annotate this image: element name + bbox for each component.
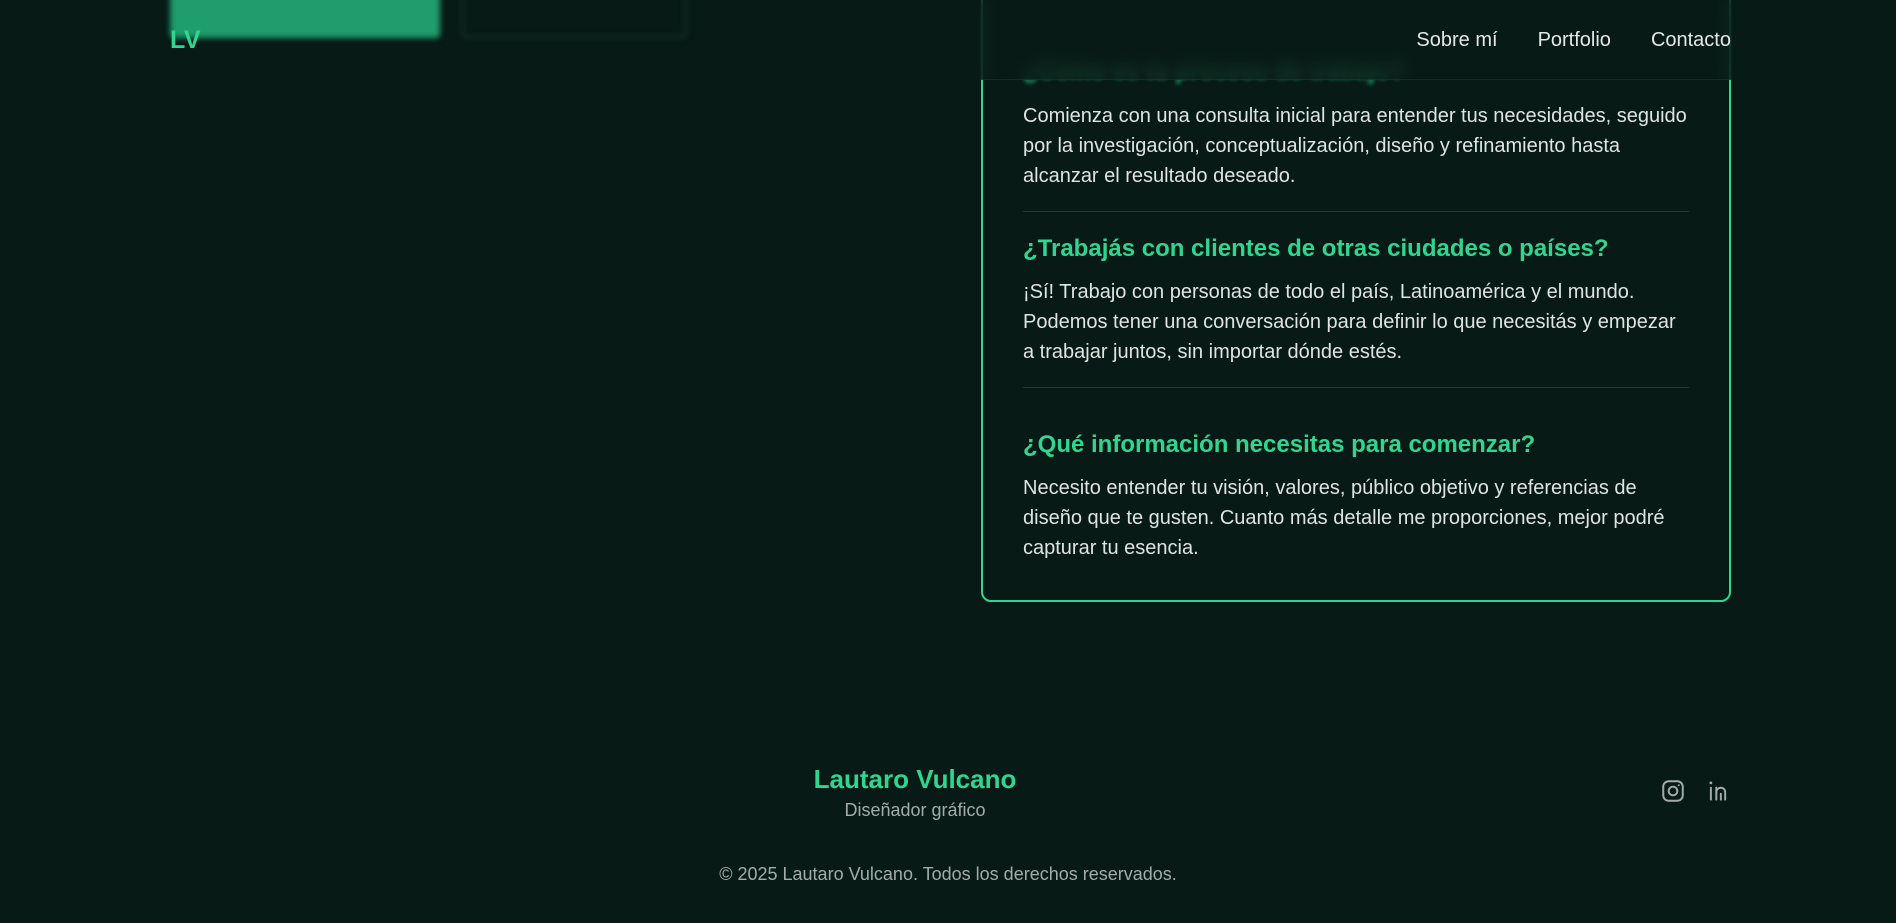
faq-divider	[1023, 387, 1689, 388]
faq-question: ¿Qué información necesitas para comenzar…	[1023, 431, 1536, 458]
faq-item: ¿Qué información necesitas para comenzar…	[1023, 430, 1691, 563]
main-nav: Sobre mí Portfolio Contacto	[1416, 0, 1731, 80]
page: ¿Cómo es tu proceso de trabajo? Comienza…	[0, 0, 1896, 923]
logo[interactable]: LV	[170, 26, 201, 55]
faq-item: Comienza con una consulta inicial para e…	[1023, 101, 1691, 191]
faq-divider	[1023, 211, 1689, 212]
instagram-icon[interactable]	[1660, 778, 1686, 804]
footer-name: Lautaro Vulcano	[813, 764, 1017, 794]
social-links	[1660, 778, 1732, 804]
footer-role: Diseñador gráfico	[844, 800, 986, 820]
faq-answer: Comienza con una consulta inicial para e…	[1023, 105, 1687, 187]
nav-link-portfolio[interactable]: Portfolio	[1538, 29, 1611, 52]
copyright: © 2025 Lautaro Vulcano. Todos los derech…	[719, 864, 1177, 884]
faq-question: ¿Trabajás con clientes de otras ciudades…	[1023, 235, 1609, 262]
faq-item: ¿Trabajás con clientes de otras ciudades…	[1023, 234, 1691, 367]
faq-answer: ¡Sí! Trabajo con personas de todo el paí…	[1023, 281, 1676, 363]
faq-answer: Necesito entender tu visión, valores, pú…	[1023, 477, 1665, 559]
linkedin-icon[interactable]	[1706, 778, 1732, 804]
nav-link-contacto[interactable]: Contacto	[1651, 29, 1731, 52]
nav-link-sobre-mi[interactable]: Sobre mí	[1416, 29, 1497, 52]
faq-card: ¿Cómo es tu proceso de trabajo? Comienza…	[981, 0, 1731, 602]
